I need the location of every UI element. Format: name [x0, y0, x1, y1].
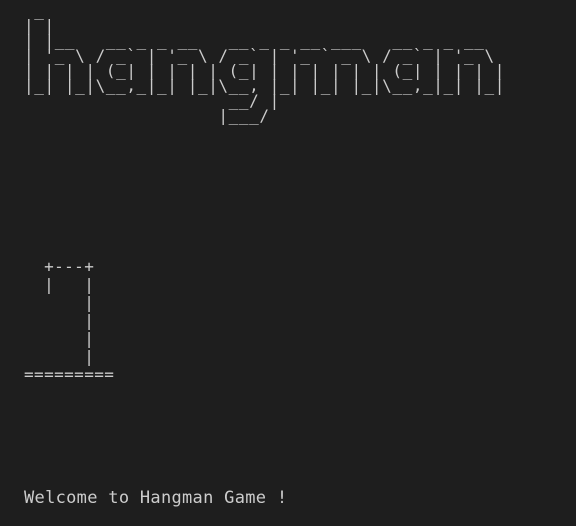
welcome-message: Welcome to Hangman Game ! [24, 488, 288, 508]
hangman-ascii-banner: _ | | | |__ __ _ _ __ __ _ _ __ ___ __ _… [24, 1, 505, 125]
hangman-gallows-art: +---+ | | | | | | ========= [24, 257, 115, 384]
